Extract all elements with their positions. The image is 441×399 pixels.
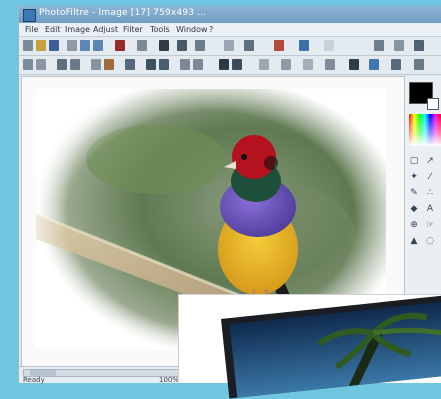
text-icon[interactable]: A xyxy=(425,204,435,214)
rotate-right-icon[interactable] xyxy=(193,59,203,70)
copy-icon[interactable] xyxy=(137,40,147,51)
zoom-out-icon[interactable] xyxy=(195,40,205,51)
plugins-icon[interactable] xyxy=(391,59,401,70)
rotate-left-icon[interactable] xyxy=(180,59,190,70)
magic-wand-icon[interactable]: ✦ xyxy=(409,172,419,182)
auto-level-icon[interactable] xyxy=(23,59,33,70)
beach-thumbnail-image xyxy=(229,300,441,398)
menu-help[interactable]: ? xyxy=(209,25,213,34)
smudge-icon[interactable]: ☞ xyxy=(425,220,435,230)
rotate-icon[interactable] xyxy=(274,40,284,51)
pipette-icon[interactable]: ⁄ xyxy=(425,172,435,182)
undo-icon[interactable] xyxy=(80,40,90,51)
gradient-icon[interactable] xyxy=(281,59,291,70)
cut-icon[interactable] xyxy=(115,40,125,51)
batch-icon[interactable] xyxy=(349,59,359,70)
open-icon[interactable] xyxy=(36,40,46,51)
window-title: PhotoFiltre - Image [17] 759x493 … xyxy=(39,8,207,18)
save-icon[interactable] xyxy=(49,40,59,51)
lasso-tool-icon[interactable]: ↗ xyxy=(425,156,435,166)
title-bar: PhotoFiltre - Image [17] 759x493 … xyxy=(19,6,441,23)
main-toolbar xyxy=(19,37,441,56)
status-text: Ready xyxy=(23,376,45,384)
select-tool-icon[interactable]: ▢ xyxy=(409,156,419,166)
settings-icon[interactable] xyxy=(414,59,424,70)
brush-icon[interactable]: ✎ xyxy=(409,188,419,198)
menu-adjust[interactable]: Adjust xyxy=(93,25,118,34)
fx-icon[interactable] xyxy=(394,40,404,51)
sharpen-icon[interactable] xyxy=(70,59,80,70)
overlay-panel xyxy=(178,293,441,399)
paste-icon[interactable] xyxy=(159,40,169,51)
flip-h-icon[interactable] xyxy=(146,59,156,70)
status-zoom: 100% xyxy=(159,376,180,384)
brightness-icon[interactable] xyxy=(224,40,234,51)
explorer-icon[interactable] xyxy=(369,59,379,70)
texture-icon[interactable] xyxy=(303,59,313,70)
text-tool-icon[interactable] xyxy=(259,59,269,70)
shadow-icon[interactable] xyxy=(232,59,242,70)
spray-icon[interactable]: ∴ xyxy=(425,188,435,198)
menu-file[interactable]: File xyxy=(25,25,38,34)
background-color-swatch[interactable] xyxy=(427,98,439,110)
mask-icon[interactable] xyxy=(325,59,335,70)
zoom-in-icon[interactable] xyxy=(177,40,187,51)
redo-icon[interactable] xyxy=(93,40,103,51)
new-icon[interactable] xyxy=(23,40,33,51)
eraser-icon[interactable]: ▲ xyxy=(409,236,419,246)
frame-icon[interactable] xyxy=(219,59,229,70)
color-spectrum[interactable] xyxy=(409,114,441,146)
grayscale-icon[interactable] xyxy=(91,59,101,70)
photo-thumbnail[interactable] xyxy=(221,293,441,399)
print-icon[interactable] xyxy=(67,40,77,51)
negative-icon[interactable] xyxy=(125,59,135,70)
sepia-icon[interactable] xyxy=(104,59,114,70)
resize-icon[interactable] xyxy=(299,40,309,51)
filter-icon[interactable] xyxy=(374,40,384,51)
menu-tools[interactable]: Tools xyxy=(150,25,170,34)
blur-filter-icon[interactable] xyxy=(57,59,67,70)
clone-icon[interactable]: ⊕ xyxy=(409,220,419,230)
app-icon xyxy=(23,9,36,22)
crop-icon[interactable] xyxy=(324,40,334,51)
menu-window[interactable]: Window xyxy=(176,25,208,34)
menu-bar: File Edit Image Adjust Filter Tools Wind… xyxy=(19,23,441,37)
auto-contrast-icon[interactable] xyxy=(36,59,46,70)
filter-toolbar xyxy=(19,56,441,75)
gamma-icon[interactable] xyxy=(414,40,424,51)
blur-icon[interactable]: ◌ xyxy=(425,236,435,246)
contrast-icon[interactable] xyxy=(244,40,254,51)
menu-edit[interactable]: Edit xyxy=(45,25,61,34)
fill-icon[interactable]: ◆ xyxy=(409,204,419,214)
flip-v-icon[interactable] xyxy=(159,59,169,70)
menu-image[interactable]: Image xyxy=(65,25,90,34)
menu-filter[interactable]: Filter xyxy=(123,25,143,34)
